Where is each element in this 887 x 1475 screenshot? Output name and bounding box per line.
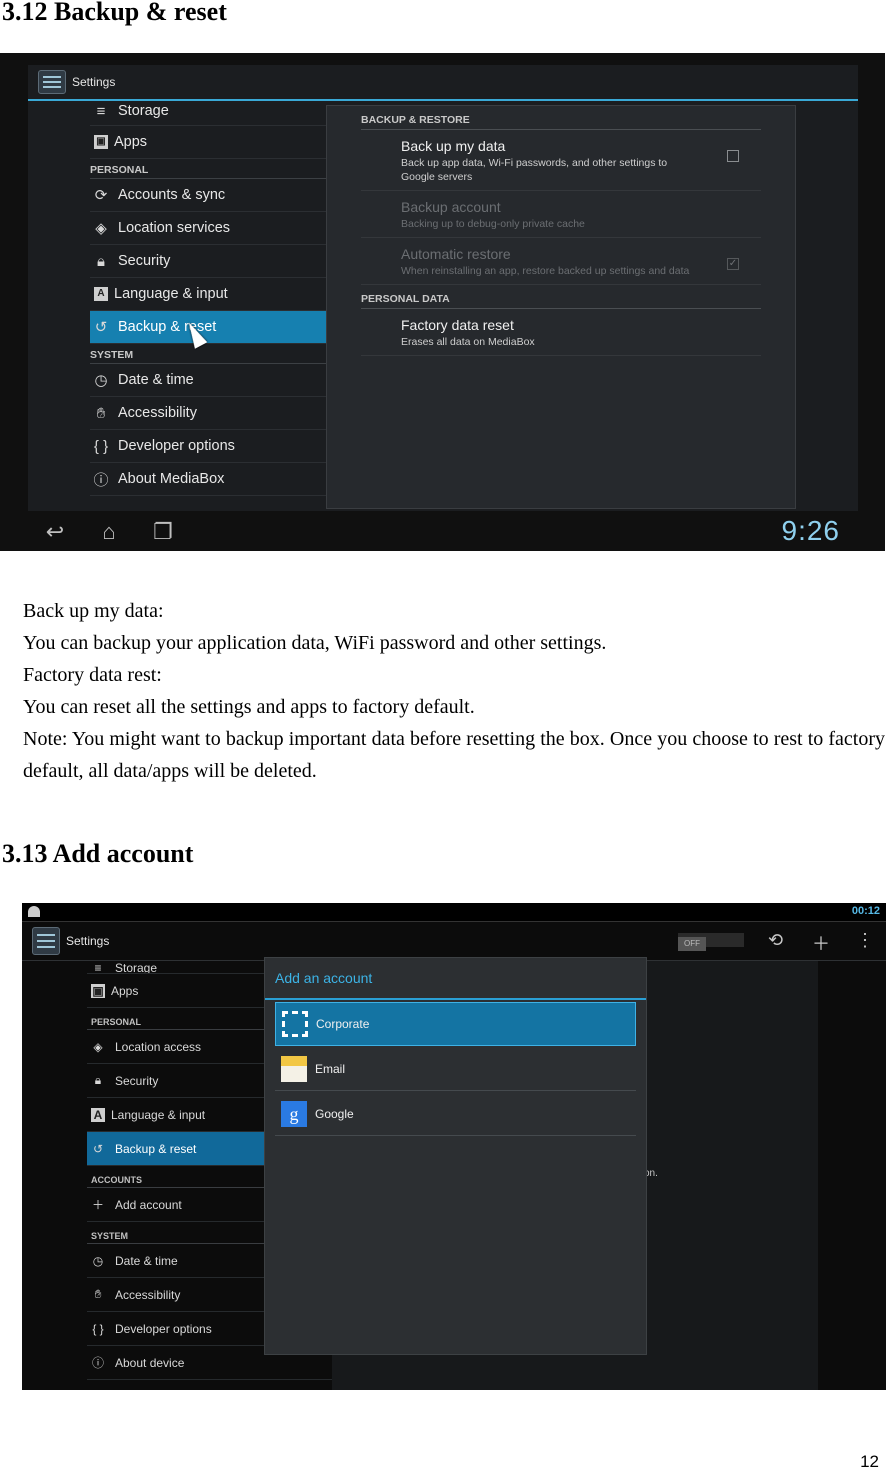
- language-icon: A: [94, 287, 108, 301]
- menu-item-date[interactable]: ◷ Date & time: [90, 364, 326, 397]
- menu-item-accessibility[interactable]: ✋︎ Accessibility: [90, 397, 326, 430]
- add-icon[interactable]: ＋: [812, 930, 830, 956]
- backup-detail-panel: BACKUP & RESTORE Back up my data Back up…: [326, 105, 796, 509]
- settings-app-icon: [32, 927, 60, 955]
- option-backup-data[interactable]: Back up my data Back up app data, Wi-Fi …: [361, 130, 761, 191]
- braces-icon: { }: [93, 437, 109, 455]
- plus-icon: ＋: [91, 1198, 104, 1212]
- recents-icon[interactable]: ❐: [136, 519, 190, 545]
- page-number: 12: [860, 1452, 879, 1471]
- sync-icon: ⟳: [94, 187, 108, 204]
- option-summary: Erases all data on MediaBox: [401, 336, 535, 348]
- menu-item-storage[interactable]: ≡ Storage: [90, 103, 326, 126]
- clock-icon: ◷: [92, 1253, 104, 1268]
- text-line: Back up my data:: [23, 600, 164, 622]
- corporate-icon: [282, 1011, 308, 1037]
- wifi-toggle[interactable]: OFF: [678, 933, 744, 951]
- lock-icon: 🔒︎: [94, 1073, 102, 1087]
- back-icon[interactable]: ↩: [28, 519, 82, 545]
- menu-item-apps[interactable]: ▣ Apps: [90, 126, 326, 159]
- status-bar: 00:12: [22, 903, 886, 922]
- google-icon: g: [281, 1101, 307, 1127]
- menu-item-accounts[interactable]: ⟳ Accounts & sync: [90, 179, 326, 212]
- option-factory-reset[interactable]: Factory data reset Erases all data on Me…: [361, 309, 761, 356]
- category-personal: PERSONAL: [90, 159, 326, 179]
- option-summary: When reinstalling an app, restore backed…: [401, 265, 690, 277]
- menu-item-location[interactable]: ◈ Location services: [90, 212, 326, 245]
- app-title: Settings: [72, 75, 116, 89]
- account-option-google[interactable]: g Google: [275, 1093, 636, 1136]
- restore-checkbox[interactable]: ✓: [727, 258, 739, 270]
- settings-window: Settings ≡ Storage ▣ Apps PERSONAL ⟳ Accoun…: [28, 65, 858, 511]
- note-paragraph: Note: You might want to backup important…: [23, 728, 885, 782]
- lock-icon: 🔒︎: [97, 252, 105, 270]
- apps-icon: ▣: [91, 983, 105, 998]
- backup-description: Back up my data: You can backup your app…: [23, 595, 885, 787]
- menu-item-developer[interactable]: { } Developer options: [90, 430, 326, 463]
- menu-item-security[interactable]: 🔒︎ Security: [90, 245, 326, 278]
- option-summary: Back up app data, Wi-Fi passwords, and o…: [401, 157, 668, 183]
- hand-icon: ✋︎: [94, 1287, 102, 1301]
- navigation-bar: ↩ ⌂ ❐ 9:26: [0, 513, 885, 551]
- text-line: Factory data rest:: [23, 664, 162, 686]
- menu-item-language[interactable]: A Language & input: [90, 278, 326, 311]
- text-line: You can reset all the settings and apps …: [23, 696, 475, 718]
- settings-app-icon: [38, 70, 66, 94]
- category-system: SYSTEM: [90, 344, 326, 364]
- braces-icon: { }: [92, 1321, 104, 1336]
- email-icon: [281, 1056, 307, 1082]
- section-heading-backup: 3.12 Backup & reset: [2, 0, 227, 26]
- option-summary: Backing up to debug-only private cache: [401, 218, 585, 230]
- menu-item-about[interactable]: ⓘ About MediaBox: [90, 463, 326, 496]
- notification-icon: [28, 906, 40, 917]
- account-option-corporate[interactable]: Corporate: [275, 1002, 636, 1046]
- clock: 9:26: [781, 515, 840, 546]
- option-title: Automatic restore: [401, 246, 511, 262]
- section-heading-account: 3.13 Add account: [2, 839, 194, 868]
- account-option-email[interactable]: Email: [275, 1048, 636, 1091]
- backup-reset-screenshot: Settings ≡ Storage ▣ Apps PERSONAL ⟳ Accoun…: [0, 53, 885, 551]
- action-bar: Settings OFF ⟲ ＋ ⋮: [22, 922, 886, 961]
- restore-icon: ↺: [94, 319, 108, 336]
- dialog-title: Add an account: [265, 958, 646, 1000]
- category-backup-restore: BACKUP & RESTORE: [361, 114, 761, 130]
- action-bar: Settings: [28, 65, 858, 101]
- menu-item-backup[interactable]: ↺ Backup & reset: [90, 311, 326, 344]
- backup-checkbox[interactable]: [727, 150, 739, 162]
- add-account-dialog: Add an account Corporate Email g Google: [264, 957, 647, 1355]
- option-title: Backup account: [401, 199, 501, 215]
- location-icon: ◈: [95, 220, 107, 237]
- info-icon: ⓘ: [91, 1356, 104, 1370]
- storage-icon: ≡: [96, 103, 106, 120]
- home-icon[interactable]: ⌂: [82, 519, 136, 545]
- option-title: Back up my data: [401, 138, 506, 154]
- restore-icon: ↺: [92, 1141, 104, 1156]
- storage-icon: ≡: [94, 961, 102, 974]
- clock-icon: ◷: [94, 372, 108, 389]
- language-icon: A: [91, 1107, 105, 1122]
- info-icon: ⓘ: [93, 471, 109, 489]
- add-account-screenshot: 00:12 Settings OFF ⟲ ＋ ⋮ on. ≡ Storage ▣ A…: [22, 903, 886, 1390]
- settings-menu: ≡ Storage ▣ Apps PERSONAL ⟳ Accounts & sync…: [90, 103, 326, 496]
- sync-icon[interactable]: ⟲: [768, 930, 783, 951]
- option-title: Factory data reset: [401, 317, 514, 333]
- status-time: 00:12: [851, 905, 880, 917]
- category-personal-data: PERSONAL DATA: [361, 293, 761, 309]
- option-backup-account[interactable]: Backup account Backing up to debug-only …: [361, 191, 761, 238]
- text-line: You can backup your application data, Wi…: [23, 632, 607, 654]
- hand-icon: ✋︎: [96, 404, 106, 422]
- apps-icon: ▣: [94, 135, 108, 149]
- app-title: Settings: [66, 934, 110, 948]
- overflow-menu-icon[interactable]: ⋮: [856, 930, 874, 951]
- option-auto-restore[interactable]: Automatic restore When reinstalling an a…: [361, 238, 761, 285]
- location-icon: ◈: [93, 1039, 103, 1054]
